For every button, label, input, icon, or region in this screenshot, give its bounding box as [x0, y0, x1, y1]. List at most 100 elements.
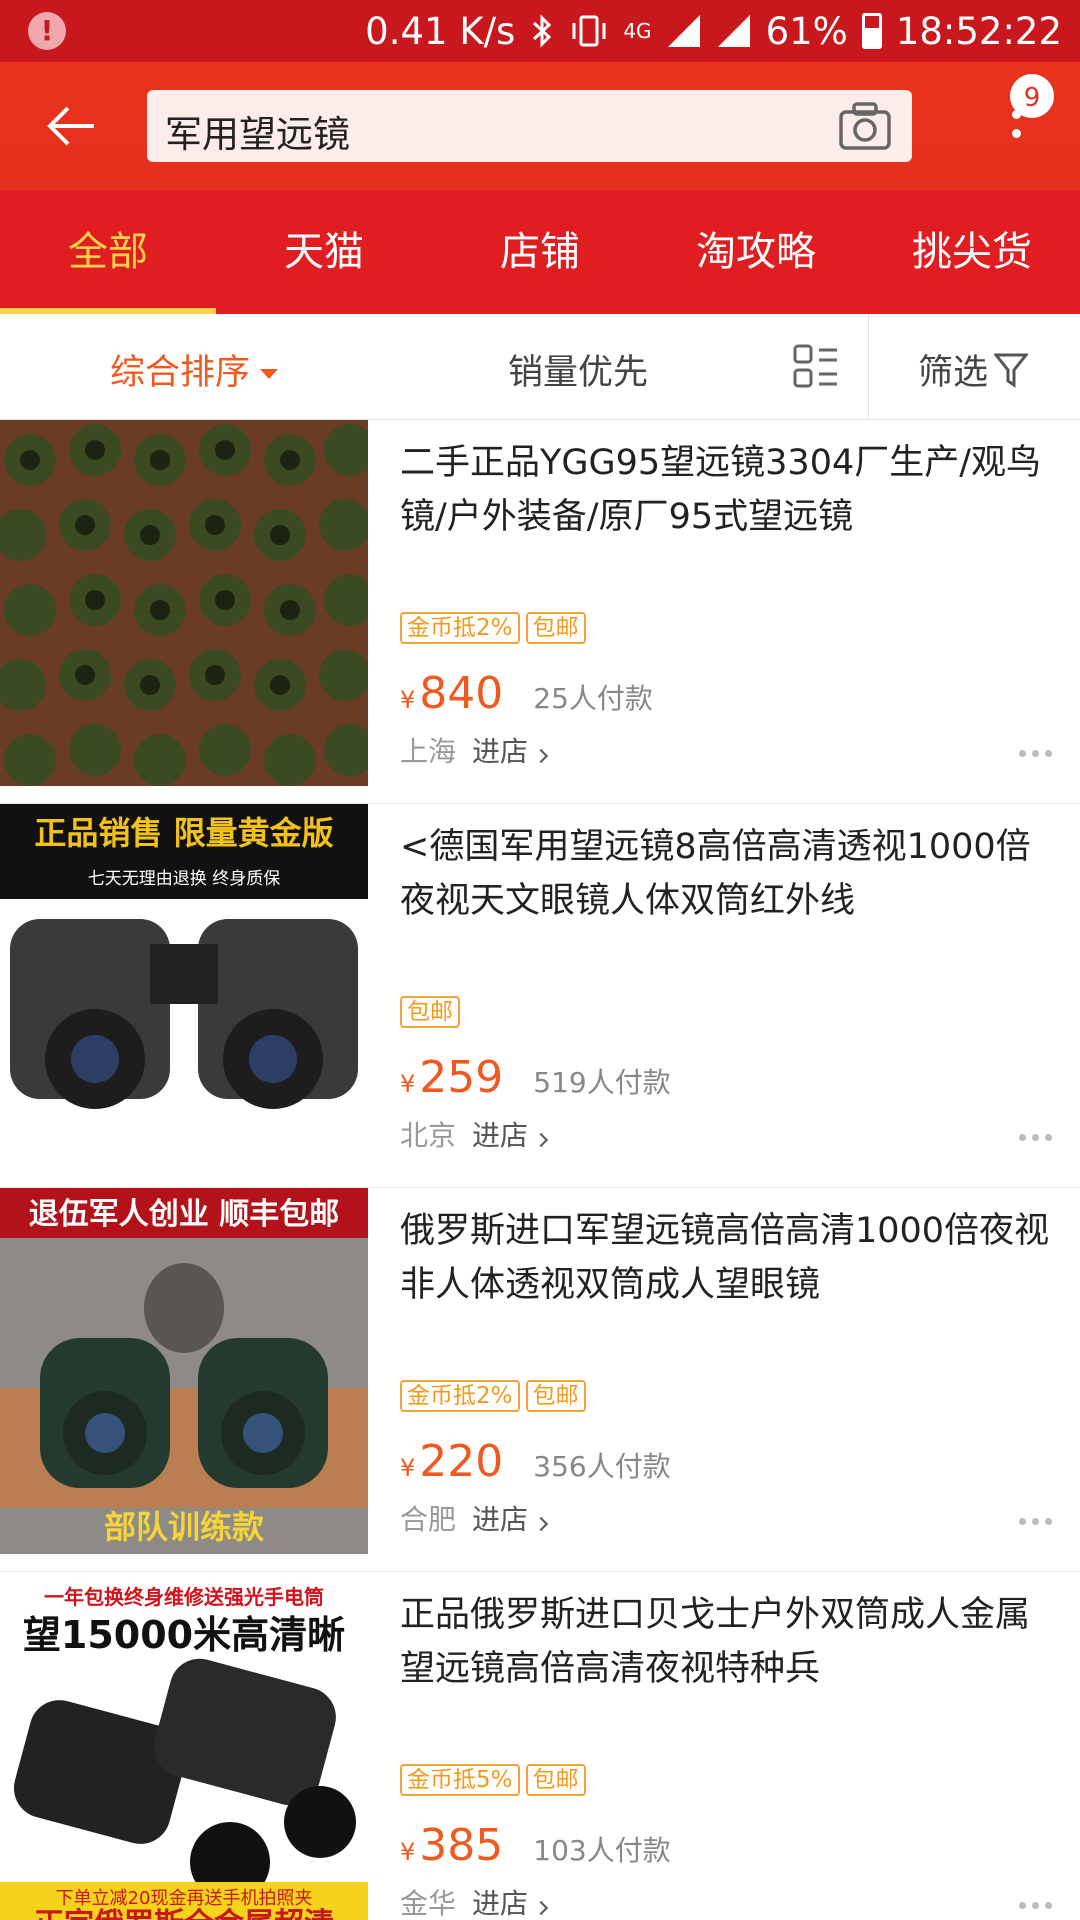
sort-comprehensive-label: 综合排序 [110, 353, 251, 393]
location-row: 北京 进店 [400, 1114, 549, 1154]
vibrate-icon [572, 15, 606, 47]
tag-free-shipping: 包邮 [525, 1380, 586, 1412]
filter-label: 筛选 [918, 353, 989, 393]
caret-down-icon [260, 369, 279, 379]
clock: 18:52:22 [895, 9, 1062, 53]
banner-headline: 正品销售 限量黄金版 [34, 814, 333, 852]
currency-symbol: ¥ [400, 1454, 416, 1482]
product-tags: 金币抵2% 包邮 [400, 1380, 586, 1412]
tag-free-shipping: 包邮 [400, 996, 460, 1028]
price-row: ¥ 840 25人付款 [400, 668, 653, 719]
enter-shop-link[interactable]: 进店 [472, 1498, 549, 1538]
price-row: ¥ 385 103人付款 [400, 1820, 671, 1871]
tab-guides[interactable]: 淘攻略 [648, 190, 864, 314]
product-image[interactable]: 退伍军人创业 顺丰包邮 部队训练款 [0, 1188, 368, 1554]
chevron-right-icon [533, 1516, 549, 1532]
sort-comprehensive[interactable]: 综合排序 [110, 344, 279, 395]
status-right: 0.41 K/s 4G 61% 18:52:22 [365, 0, 1062, 62]
enter-shop-link[interactable]: 进店 [472, 1114, 549, 1154]
sales-count: 356人付款 [533, 1450, 671, 1483]
product-tags: 金币抵2% 包邮 [400, 612, 586, 644]
product-price: 259 [419, 1052, 504, 1103]
chevron-right-icon [533, 1900, 549, 1916]
product-tags: 金币抵5% 包邮 [400, 1764, 586, 1796]
location-row: 上海 进店 [400, 730, 549, 770]
product-list: 二手正品YGG95望远镜3304厂生产/观鸟镜/户外装备/原厂95式望远镜 金币… [0, 420, 1080, 1920]
tab-shops[interactable]: 店铺 [432, 190, 648, 314]
signal-icon-2 [717, 15, 750, 47]
sort-bar: 综合排序 销量优先 筛选 [0, 314, 1080, 420]
enter-shop-label: 进店 [472, 1503, 529, 1536]
signal-icon [667, 15, 700, 47]
banner-headline: 一年包换终身维修送强光手电筒 [44, 1585, 324, 1609]
screen: ! 0.41 K/s 4G 61% 18:52:22 军用望远镜 9 全部 天猫… [0, 0, 1080, 1920]
battery-icon [861, 13, 882, 49]
more-actions-icon[interactable] [1019, 1518, 1052, 1525]
location-row: 合肥 进店 [400, 1498, 549, 1538]
more-actions-icon[interactable] [1019, 1134, 1052, 1141]
tab-all[interactable]: 全部 [0, 190, 216, 314]
product-image[interactable]: 正品销售 限量黄金版 七天无理由退换 终身质保 [0, 804, 368, 1170]
list-item[interactable]: 正品销售 限量黄金版 七天无理由退换 终身质保 <德国军用望远镜8高倍高清透视1… [0, 804, 1080, 1188]
product-title[interactable]: <德国军用望远镜8高倍高清透视1000倍夜视天文眼镜人体双筒红外线 [400, 820, 1050, 928]
list-item[interactable]: 退伍军人创业 顺丰包邮 部队训练款 俄罗斯进口军望远镜高倍高清1000倍夜视非人… [0, 1188, 1080, 1572]
alert-icon: ! [28, 12, 66, 50]
banner-promo: 下单立减20现金再送手机拍照夹 [56, 1888, 313, 1909]
search-query: 军用望远镜 [165, 113, 350, 156]
status-bar: ! 0.41 K/s 4G 61% 18:52:22 [0, 0, 1080, 62]
back-arrow-icon[interactable] [44, 102, 98, 150]
enter-shop-link[interactable]: 进店 [472, 1882, 549, 1920]
sort-by-sales[interactable]: 销量优先 [508, 344, 648, 395]
enter-shop-label: 进店 [472, 1887, 529, 1920]
chevron-right-icon [533, 748, 549, 764]
sales-count: 25人付款 [533, 682, 653, 715]
product-price: 385 [419, 1820, 504, 1871]
enter-shop-link[interactable]: 进店 [472, 730, 549, 770]
sales-count: 103人付款 [533, 1834, 671, 1867]
filter-icon [994, 353, 1029, 388]
banner-footer: 正宗俄罗斯全金属超清 [34, 1907, 334, 1920]
list-item[interactable]: 二手正品YGG95望远镜3304厂生产/观鸟镜/户外装备/原厂95式望远镜 金币… [0, 420, 1080, 804]
enter-shop-label: 进店 [472, 1119, 529, 1152]
tag-free-shipping: 包邮 [525, 1764, 586, 1796]
product-location: 北京 [400, 1119, 457, 1152]
tab-picks[interactable]: 挑尖货 [864, 190, 1080, 314]
tag-coin-discount: 金币抵2% [400, 1380, 520, 1412]
product-title[interactable]: 二手正品YGG95望远镜3304厂生产/观鸟镜/户外装备/原厂95式望远镜 [400, 436, 1050, 544]
product-location: 合肥 [400, 1503, 457, 1536]
header: 军用望远镜 9 [0, 62, 1080, 190]
tag-coin-discount: 金币抵2% [400, 612, 520, 644]
location-row: 金华 进店 [400, 1882, 549, 1920]
currency-symbol: ¥ [400, 686, 416, 714]
camera-icon[interactable] [838, 100, 892, 152]
product-image[interactable]: 一年包换终身维修送强光手电筒 望15000米高清晰 下单立减20现金再送手机拍照… [0, 1572, 368, 1920]
product-title[interactable]: 俄罗斯进口军望远镜高倍高清1000倍夜视非人体透视双筒成人望眼镜 [400, 1204, 1050, 1312]
product-title[interactable]: 正品俄罗斯进口贝戈士户外双筒成人金属望远镜高倍高清夜视特种兵 [400, 1588, 1050, 1696]
currency-symbol: ¥ [400, 1838, 416, 1866]
price-row: ¥ 220 356人付款 [400, 1436, 671, 1487]
network-type: 4G [623, 19, 652, 43]
tab-tmall[interactable]: 天猫 [216, 190, 432, 314]
currency-symbol: ¥ [400, 1070, 416, 1098]
sales-count: 519人付款 [533, 1066, 671, 1099]
more-actions-icon[interactable] [1019, 1902, 1052, 1909]
banner-headline: 退伍军人创业 顺丰包邮 [29, 1197, 339, 1232]
banner-caption: 部队训练款 [104, 1508, 264, 1546]
list-view-icon[interactable] [793, 344, 839, 390]
more-actions-icon[interactable] [1019, 750, 1052, 757]
tag-coin-discount: 金币抵5% [400, 1764, 520, 1796]
battery-level: 61% [765, 9, 848, 53]
search-input[interactable]: 军用望远镜 [147, 90, 912, 162]
list-item[interactable]: 一年包换终身维修送强光手电筒 望15000米高清晰 下单立减20现金再送手机拍照… [0, 1572, 1080, 1920]
product-tags: 包邮 [400, 996, 460, 1028]
tag-free-shipping: 包邮 [525, 612, 586, 644]
product-location: 金华 [400, 1887, 457, 1920]
product-image[interactable] [0, 420, 368, 786]
more-options-icon[interactable] [1006, 110, 1026, 170]
filter-button[interactable]: 筛选 [918, 344, 1029, 395]
banner-range: 望15000米高清晰 [23, 1613, 345, 1657]
product-price: 220 [419, 1436, 504, 1487]
product-price: 840 [419, 668, 504, 719]
product-location: 上海 [400, 735, 457, 768]
price-row: ¥ 259 519人付款 [400, 1052, 671, 1103]
